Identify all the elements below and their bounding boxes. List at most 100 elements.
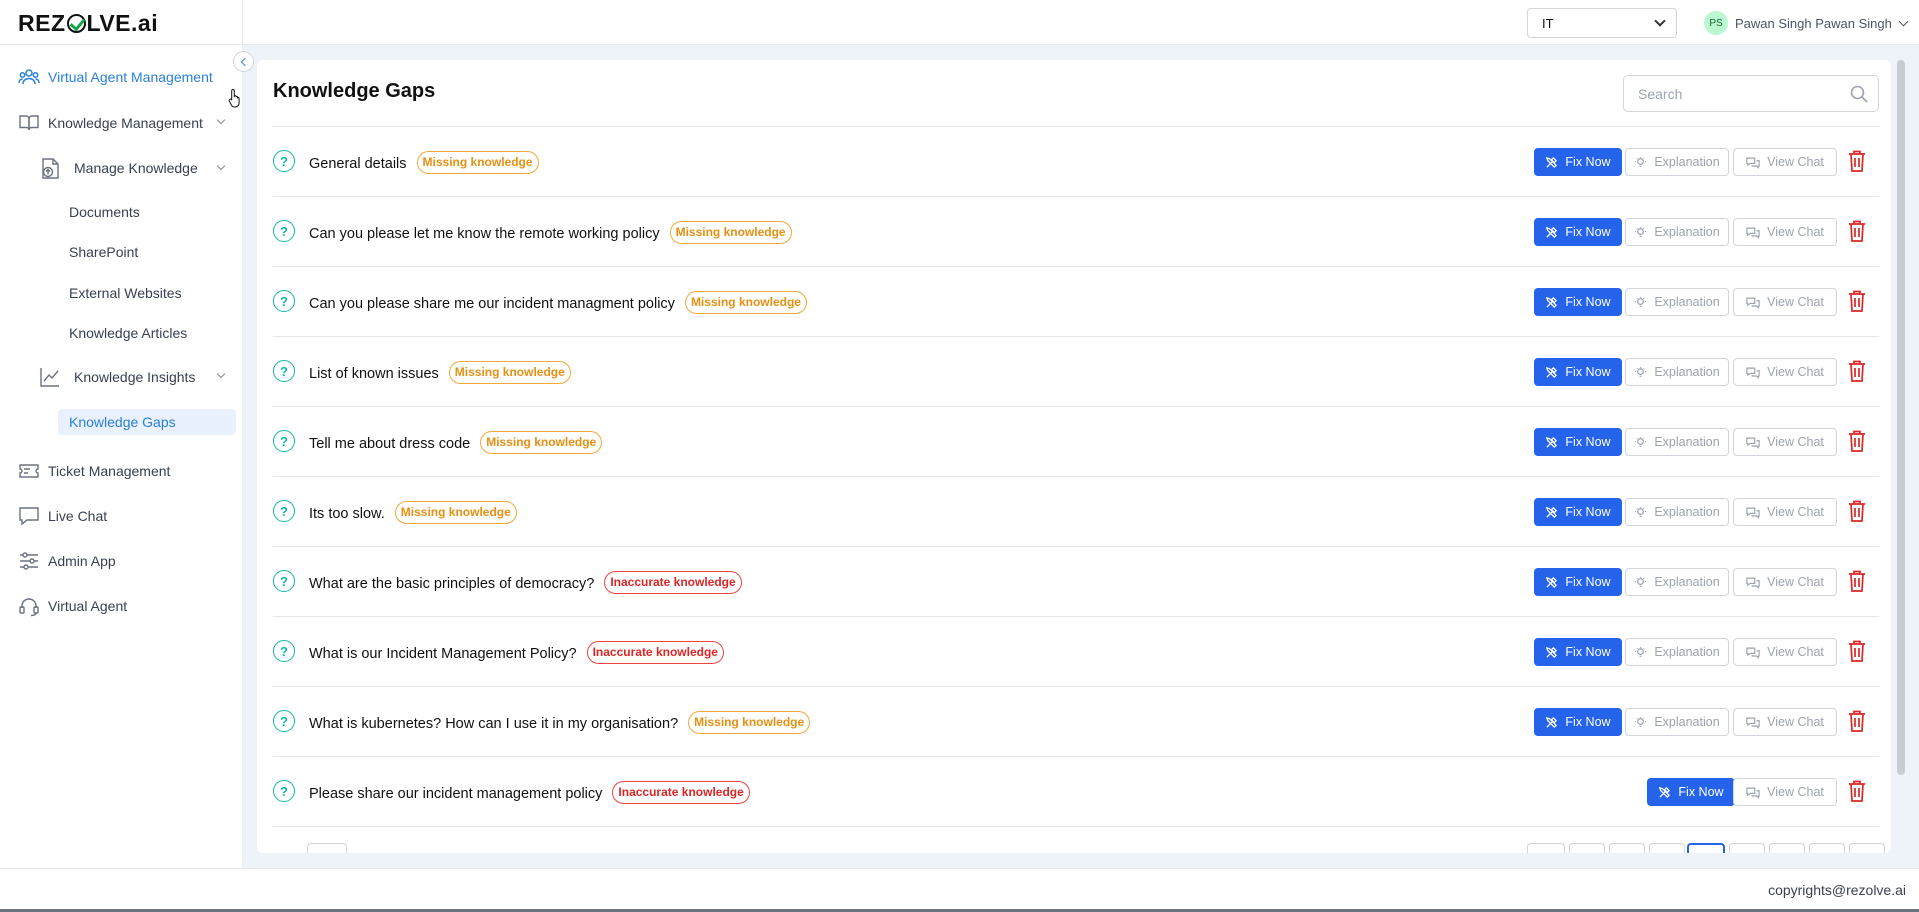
explanation-button[interactable]: Explanation [1625,218,1729,246]
table-row: ? What is kubernetes? How can I use it in… [273,687,1879,757]
lightbulb-icon [1635,436,1647,447]
explanation-button[interactable]: Explanation [1625,148,1729,176]
rezolve-logo[interactable]: REZ LVE.ai [18,10,158,37]
question-text: Can you please let me know the remote wo… [309,225,660,242]
fix-now-button[interactable]: Fix Now [1534,148,1622,176]
pagination-page-button[interactable] [1729,843,1765,853]
view-chat-button[interactable]: View Chat [1733,148,1837,176]
sidebar-item-knowledge-management[interactable]: Knowledge Management [18,112,228,134]
sidebar-item-knowledge-insights[interactable]: Knowledge Insights [38,364,228,390]
knowledge-gap-question[interactable]: What is our Incident Management Policy? I… [309,641,724,664]
fix-now-button[interactable]: Fix Now [1534,428,1622,456]
explanation-button[interactable]: Explanation [1625,428,1729,456]
trash-icon[interactable] [1847,779,1867,803]
sidebar-item-knowledge-articles[interactable]: Knowledge Articles [69,325,187,341]
view-chat-button[interactable]: View Chat [1733,288,1837,316]
pagination-next-button[interactable] [1809,843,1845,853]
pagination-last-button[interactable] [1849,843,1885,853]
view-chat-button[interactable]: View Chat [1733,708,1837,736]
trash-icon[interactable] [1847,219,1867,243]
knowledge-gap-question[interactable]: Please share our incident management pol… [309,781,750,804]
book-icon [18,112,40,134]
chat-bubbles-icon [1746,787,1760,799]
fix-now-button[interactable]: Fix Now [1647,778,1735,806]
question-mark-icon: ? [273,570,295,592]
button-label: Fix Now [1565,435,1611,449]
trash-icon[interactable] [1847,639,1867,663]
page-size-select[interactable] [307,843,347,853]
explanation-button[interactable]: Explanation [1625,288,1729,316]
knowledge-gap-question[interactable]: General details Missing knowledge [309,151,539,174]
button-label: Fix Now [1678,785,1724,799]
explanation-button[interactable]: Explanation [1625,708,1729,736]
view-chat-button[interactable]: View Chat [1733,498,1837,526]
sidebar-item-sharepoint[interactable]: SharePoint [69,244,138,260]
fix-now-button[interactable]: Fix Now [1534,358,1622,386]
knowledge-gap-question[interactable]: Its too slow. Missing knowledge [309,501,517,524]
fix-now-button[interactable]: Fix Now [1534,568,1622,596]
view-chat-button[interactable]: View Chat [1733,568,1837,596]
knowledge-gap-question[interactable]: Can you please share me our incident man… [309,291,807,314]
question-text: List of known issues [309,365,439,382]
pagination-first-button[interactable] [1527,843,1565,853]
pagination-page-button[interactable] [1649,843,1685,853]
sidebar-item-documents[interactable]: Documents [69,204,140,220]
department-select[interactable]: IT [1527,8,1677,38]
scrollbar[interactable] [1897,60,1905,775]
sidebar-item-virtual-agent[interactable]: Virtual Agent [18,595,127,617]
sidebar-item-ticket-management[interactable]: Ticket Management [18,460,170,482]
fix-now-button[interactable]: Fix Now [1534,708,1622,736]
chevron-down-icon [1898,16,1909,26]
explanation-button[interactable]: Explanation [1625,638,1729,666]
trash-icon[interactable] [1847,359,1867,383]
trash-icon[interactable] [1847,499,1867,523]
question-text: What is our Incident Management Policy? [309,645,577,662]
fix-now-button[interactable]: Fix Now [1534,638,1622,666]
view-chat-button[interactable]: View Chat [1733,778,1837,806]
fix-now-button[interactable]: Fix Now [1534,498,1622,526]
search-input[interactable]: Search [1623,75,1879,112]
table-row: ? What is our Incident Management Policy?… [273,617,1879,687]
tools-icon [1546,226,1558,238]
fix-now-button[interactable]: Fix Now [1534,218,1622,246]
trash-icon[interactable] [1847,569,1867,593]
trash-icon[interactable] [1847,429,1867,453]
view-chat-button[interactable]: View Chat [1733,428,1837,456]
knowledge-gap-question[interactable]: Can you please let me know the remote wo… [309,221,792,244]
collapse-sidebar-button[interactable] [233,51,254,72]
explanation-button[interactable]: Explanation [1625,498,1729,526]
sidebar-item-admin-app[interactable]: Admin App [18,550,116,572]
fix-now-button[interactable]: Fix Now [1534,288,1622,316]
sidebar-item-virtual-agent-management[interactable]: Virtual Agent Management [18,66,213,88]
sidebar-item-knowledge-gaps[interactable]: Knowledge Gaps [58,409,236,435]
trash-icon[interactable] [1847,289,1867,313]
view-chat-button[interactable]: View Chat [1733,358,1837,386]
pagination-page-button[interactable] [1769,843,1805,853]
trash-icon[interactable] [1847,709,1867,733]
sidebar-item-live-chat[interactable]: Live Chat [18,505,107,527]
lightbulb-icon [1635,576,1647,587]
knowledge-gap-question[interactable]: Tell me about dress code Missing knowledg… [309,431,603,454]
explanation-button[interactable]: Explanation [1625,568,1729,596]
button-label: View Chat [1767,645,1824,659]
explanation-button[interactable]: Explanation [1625,358,1729,386]
button-label: View Chat [1767,295,1824,309]
sidebar-item-label: Live Chat [48,508,108,524]
pagination-prev-button[interactable] [1569,843,1605,853]
sidebar-item-external-websites[interactable]: External Websites [69,285,182,301]
lightbulb-icon [1635,296,1647,307]
view-chat-button[interactable]: View Chat [1733,218,1837,246]
pagination-current-page-button[interactable] [1687,843,1725,853]
lightbulb-icon [1635,646,1647,657]
sidebar-item-label: Admin App [48,553,116,569]
sidebar-item-manage-knowledge[interactable]: Manage Knowledge [38,155,228,181]
trash-icon[interactable] [1847,149,1867,173]
user-menu[interactable]: PS Pawan Singh Pawan Singh [1704,11,1909,35]
pagination-page-button[interactable] [1609,843,1645,853]
knowledge-gap-question[interactable]: What is kubernetes? How can I use it in … [309,711,811,734]
top-bar: REZ LVE.ai IT PS Pawan Singh Pawan Singh [0,0,1919,45]
view-chat-button[interactable]: View Chat [1733,638,1837,666]
knowledge-gap-question[interactable]: What are the basic principles of democra… [309,571,742,594]
sidebar-item-label: Ticket Management [48,463,171,479]
knowledge-gap-question[interactable]: List of known issues Missing knowledge [309,361,571,384]
